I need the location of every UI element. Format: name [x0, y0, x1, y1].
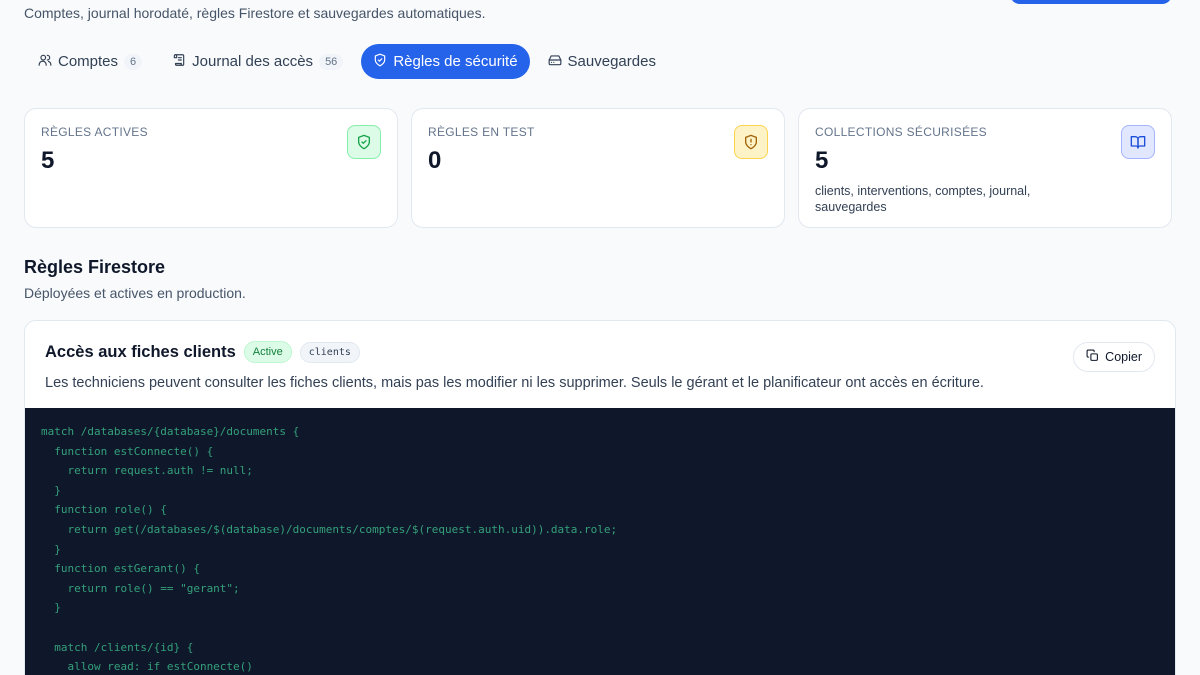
code-line: return get(/databases/$(database)/docume…	[41, 522, 618, 536]
code-line: allow read: if estConnecte()	[41, 660, 253, 674]
stat-card-regles-actives: Règles actives 5	[24, 108, 398, 228]
copy-label: Copier	[1105, 350, 1142, 364]
stat-value: 5	[815, 147, 829, 174]
primary-action-button[interactable]	[1010, 0, 1172, 4]
tab-count: 6	[124, 53, 143, 70]
code-block: match /databases/{database}/documents { …	[25, 408, 1175, 675]
rule-description: Les techniciens peuvent consulter les fi…	[45, 375, 984, 391]
code-line: return role() == "gerant";	[41, 581, 240, 595]
tab-label: Comptes	[58, 53, 119, 70]
tab-label: Règles de sécurité	[393, 53, 518, 70]
tab-label: Sauvegardes	[567, 53, 656, 70]
shield-icon	[373, 53, 387, 71]
copy-button[interactable]: Copier	[1073, 342, 1155, 372]
page-subtitle: Comptes, journal horodaté, règles Firest…	[24, 5, 486, 21]
tab-regles-securite[interactable]: Règles de sécurité	[361, 44, 530, 79]
stat-value: 5	[41, 147, 55, 174]
stat-label: Règles en test	[428, 125, 535, 139]
stat-card-regles-test: Règles en test 0	[411, 108, 785, 228]
tab-label: Journal des accès	[192, 53, 314, 70]
code-line: function estConnecte() {	[41, 444, 214, 458]
tab-count: 56	[319, 53, 344, 70]
rule-header: Accès aux fiches clients Active clients	[45, 341, 360, 363]
section-title: Règles Firestore	[24, 257, 166, 277]
scroll-icon	[172, 53, 186, 71]
code-line: }	[41, 601, 61, 615]
code-line: }	[41, 542, 61, 556]
status-badge: Active	[243, 341, 292, 363]
book-icon	[1121, 125, 1155, 159]
rule-title: Accès aux fiches clients	[45, 342, 236, 361]
shield-alert-icon	[734, 125, 768, 159]
security-settings-page: Comptes, journal horodaté, règles Firest…	[0, 0, 1200, 675]
stat-value: 0	[428, 147, 442, 174]
rule-card: Accès aux fiches clients Active clients …	[24, 320, 1176, 675]
stat-label: Collections sécurisées	[815, 125, 987, 139]
code-line: function estGerant() {	[41, 562, 200, 576]
tab-sauvegardes[interactable]: Sauvegardes	[536, 44, 668, 79]
shield-check-icon	[347, 125, 381, 159]
code-line: match /databases/{database}/documents {	[41, 425, 300, 438]
section-subtitle: Déployées et actives en production.	[24, 285, 246, 301]
collection-badge: clients	[299, 341, 360, 363]
code-line: match /clients/{id} {	[41, 640, 194, 654]
tab-comptes[interactable]: Comptes 6	[26, 44, 154, 79]
stat-description: clients, interventions, comptes, journal…	[815, 184, 1031, 214]
stats-row: Règles actives 5 Règles en test 0 Collec…	[24, 108, 1172, 228]
tab-bar: Comptes 6 Journal des accès 56 Règles de…	[26, 44, 668, 79]
drive-icon	[548, 53, 562, 71]
stat-label: Règles actives	[41, 125, 148, 139]
copy-icon	[1086, 349, 1099, 365]
code-line: function role() {	[41, 503, 167, 517]
code-line: }	[41, 483, 61, 497]
stat-card-collections: Collections sécurisées 5 clients, interv…	[798, 108, 1172, 228]
users-icon	[38, 53, 52, 71]
code-line: return request.auth != null;	[41, 464, 253, 478]
tab-journal[interactable]: Journal des accès 56	[160, 44, 355, 79]
